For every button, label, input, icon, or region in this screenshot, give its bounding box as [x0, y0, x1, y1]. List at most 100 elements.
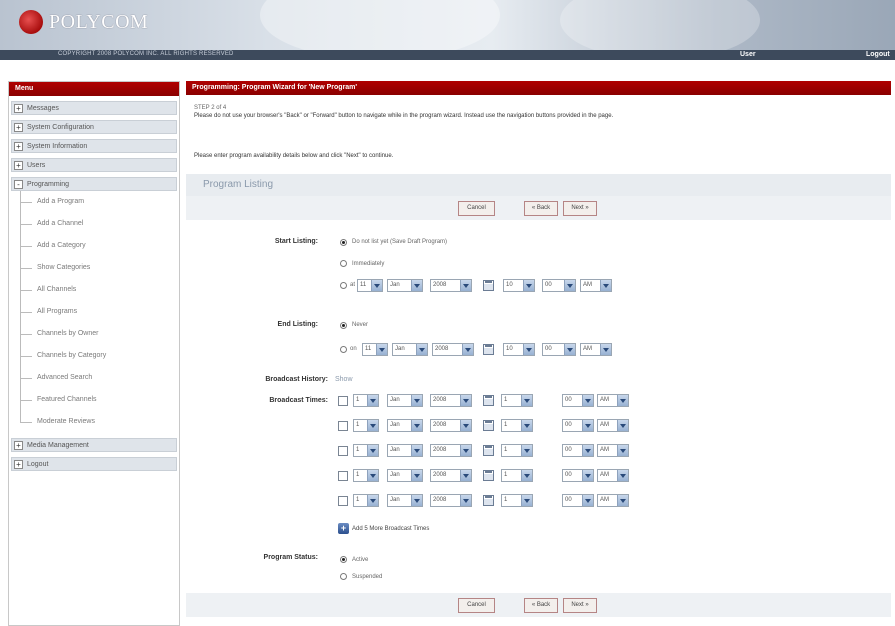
- sidebar-item-show-categories[interactable]: Show Categories: [9, 257, 179, 279]
- program-status-suspended-radio[interactable]: [340, 573, 347, 580]
- calendar-icon[interactable]: [483, 445, 494, 456]
- broadcast-hour-select[interactable]: 1: [501, 469, 533, 482]
- sidebar-item-add-category[interactable]: Add a Category: [9, 235, 179, 257]
- broadcast-ampm-select[interactable]: AM: [597, 394, 629, 407]
- calendar-icon[interactable]: [483, 420, 494, 431]
- start-listing-draft-radio[interactable]: [340, 239, 347, 246]
- menu-group-media-management[interactable]: + Media Management: [11, 438, 177, 452]
- next-button[interactable]: Next »: [563, 201, 597, 216]
- broadcast-time-checkbox[interactable]: [338, 421, 348, 431]
- broadcast-year-select[interactable]: 2008: [430, 494, 472, 507]
- expand-icon[interactable]: +: [14, 440, 23, 450]
- sidebar-item-add-program[interactable]: Add a Program: [9, 191, 179, 213]
- calendar-icon[interactable]: [483, 280, 494, 291]
- menu-group-system-configuration[interactable]: + System Configuration: [11, 120, 177, 134]
- cancel-button[interactable]: Cancel: [458, 201, 495, 216]
- start-day-select[interactable]: 11: [357, 279, 383, 292]
- broadcast-year-select[interactable]: 2008: [430, 394, 472, 407]
- sidebar-item-all-channels[interactable]: All Channels: [9, 279, 179, 301]
- add-more-broadcast-times-button[interactable]: + Add 5 More Broadcast Times: [338, 523, 429, 534]
- calendar-icon[interactable]: [483, 344, 494, 355]
- broadcast-ampm-select[interactable]: AM: [597, 444, 629, 457]
- broadcast-day-select[interactable]: 1: [353, 494, 379, 507]
- start-month-select[interactable]: Jan: [387, 279, 423, 292]
- back-button[interactable]: « Back: [524, 598, 558, 613]
- expand-icon[interactable]: +: [14, 459, 23, 469]
- end-month-select[interactable]: Jan: [392, 343, 428, 356]
- menu-group-users[interactable]: + Users: [11, 158, 177, 172]
- broadcast-year-select[interactable]: 2008: [430, 469, 472, 482]
- start-listing-at-label: at: [350, 282, 356, 288]
- broadcast-ampm-select[interactable]: AM: [597, 494, 629, 507]
- menu-group-logout[interactable]: + Logout: [11, 457, 177, 471]
- start-minute-select[interactable]: 00: [542, 279, 576, 292]
- end-listing-on-radio[interactable]: [340, 346, 347, 353]
- broadcast-times-label: Broadcast Times:: [269, 397, 328, 404]
- end-ampm-select[interactable]: AM: [580, 343, 612, 356]
- broadcast-year-select[interactable]: 2008: [430, 444, 472, 457]
- menu-group-programming[interactable]: - Programming: [11, 177, 177, 191]
- calendar-icon[interactable]: [483, 395, 494, 406]
- broadcast-day-select[interactable]: 1: [353, 419, 379, 432]
- sidebar-item-channels-by-owner[interactable]: Channels by Owner: [9, 323, 179, 345]
- broadcast-ampm-select[interactable]: AM: [597, 419, 629, 432]
- logout-link[interactable]: Logout: [866, 51, 890, 58]
- end-year-select[interactable]: 2008: [432, 343, 474, 356]
- end-day-select[interactable]: 11: [362, 343, 388, 356]
- broadcast-month-select[interactable]: Jan: [387, 494, 423, 507]
- end-minute-select[interactable]: 00: [542, 343, 576, 356]
- sidebar-item-channels-by-category[interactable]: Channels by Category: [9, 345, 179, 367]
- broadcast-month-select[interactable]: Jan: [387, 419, 423, 432]
- start-year-select[interactable]: 2008: [430, 279, 472, 292]
- back-button[interactable]: « Back: [524, 201, 558, 216]
- broadcast-day-select[interactable]: 1: [353, 469, 379, 482]
- broadcast-day-select[interactable]: 1: [353, 444, 379, 457]
- start-listing-immediately-radio[interactable]: [340, 260, 347, 267]
- broadcast-day-select[interactable]: 1: [353, 394, 379, 407]
- sidebar-item-all-programs[interactable]: All Programs: [9, 301, 179, 323]
- start-listing-at-radio[interactable]: [340, 282, 347, 289]
- broadcast-minute-select[interactable]: 00: [562, 469, 594, 482]
- collapse-icon[interactable]: -: [14, 179, 23, 189]
- broadcast-year-select[interactable]: 2008: [430, 419, 472, 432]
- broadcast-hour-select[interactable]: 1: [501, 444, 533, 457]
- broadcast-time-checkbox[interactable]: [338, 471, 348, 481]
- broadcast-hour-select[interactable]: 1: [501, 394, 533, 407]
- expand-icon[interactable]: +: [14, 160, 23, 170]
- expand-icon[interactable]: +: [14, 141, 23, 151]
- broadcast-time-checkbox[interactable]: [338, 446, 348, 456]
- dropdown-arrow-icon: [521, 445, 532, 456]
- broadcast-minute-select[interactable]: 00: [562, 444, 594, 457]
- broadcast-minute-select[interactable]: 00: [562, 419, 594, 432]
- menu-group-system-information[interactable]: + System Information: [11, 139, 177, 153]
- broadcast-month-select[interactable]: Jan: [387, 444, 423, 457]
- sidebar-item-add-channel[interactable]: Add a Channel: [9, 213, 179, 235]
- broadcast-history-show-link[interactable]: Show: [335, 376, 353, 383]
- broadcast-hour-select[interactable]: 1: [501, 494, 533, 507]
- start-hour-select[interactable]: 10: [503, 279, 535, 292]
- broadcast-time-checkbox[interactable]: [338, 496, 348, 506]
- cancel-button[interactable]: Cancel: [458, 598, 495, 613]
- next-button[interactable]: Next »: [563, 598, 597, 613]
- calendar-icon[interactable]: [483, 470, 494, 481]
- calendar-icon[interactable]: [483, 495, 494, 506]
- sidebar-item-moderate-reviews[interactable]: Moderate Reviews: [9, 411, 179, 433]
- sidebar-item-featured-channels[interactable]: Featured Channels: [9, 389, 179, 411]
- expand-icon[interactable]: +: [14, 122, 23, 132]
- start-ampm-select[interactable]: AM: [580, 279, 612, 292]
- sidebar-item-advanced-search[interactable]: Advanced Search: [9, 367, 179, 389]
- broadcast-month-select[interactable]: Jan: [387, 394, 423, 407]
- end-hour-select[interactable]: 10: [503, 343, 535, 356]
- broadcast-minute-select[interactable]: 00: [562, 494, 594, 507]
- broadcast-minute-select[interactable]: 00: [562, 394, 594, 407]
- broadcast-time-checkbox[interactable]: [338, 396, 348, 406]
- end-listing-never-radio[interactable]: [340, 322, 347, 329]
- polycom-logo[interactable]: POLYCOM: [19, 10, 148, 34]
- menu-group-messages[interactable]: + Messages: [11, 101, 177, 115]
- program-status-active-radio[interactable]: [340, 556, 347, 563]
- expand-icon[interactable]: +: [14, 103, 23, 113]
- broadcast-ampm-select[interactable]: AM: [597, 469, 629, 482]
- broadcast-month-select[interactable]: Jan: [387, 469, 423, 482]
- broadcast-hour-select[interactable]: 1: [501, 419, 533, 432]
- user-link[interactable]: User: [740, 51, 756, 58]
